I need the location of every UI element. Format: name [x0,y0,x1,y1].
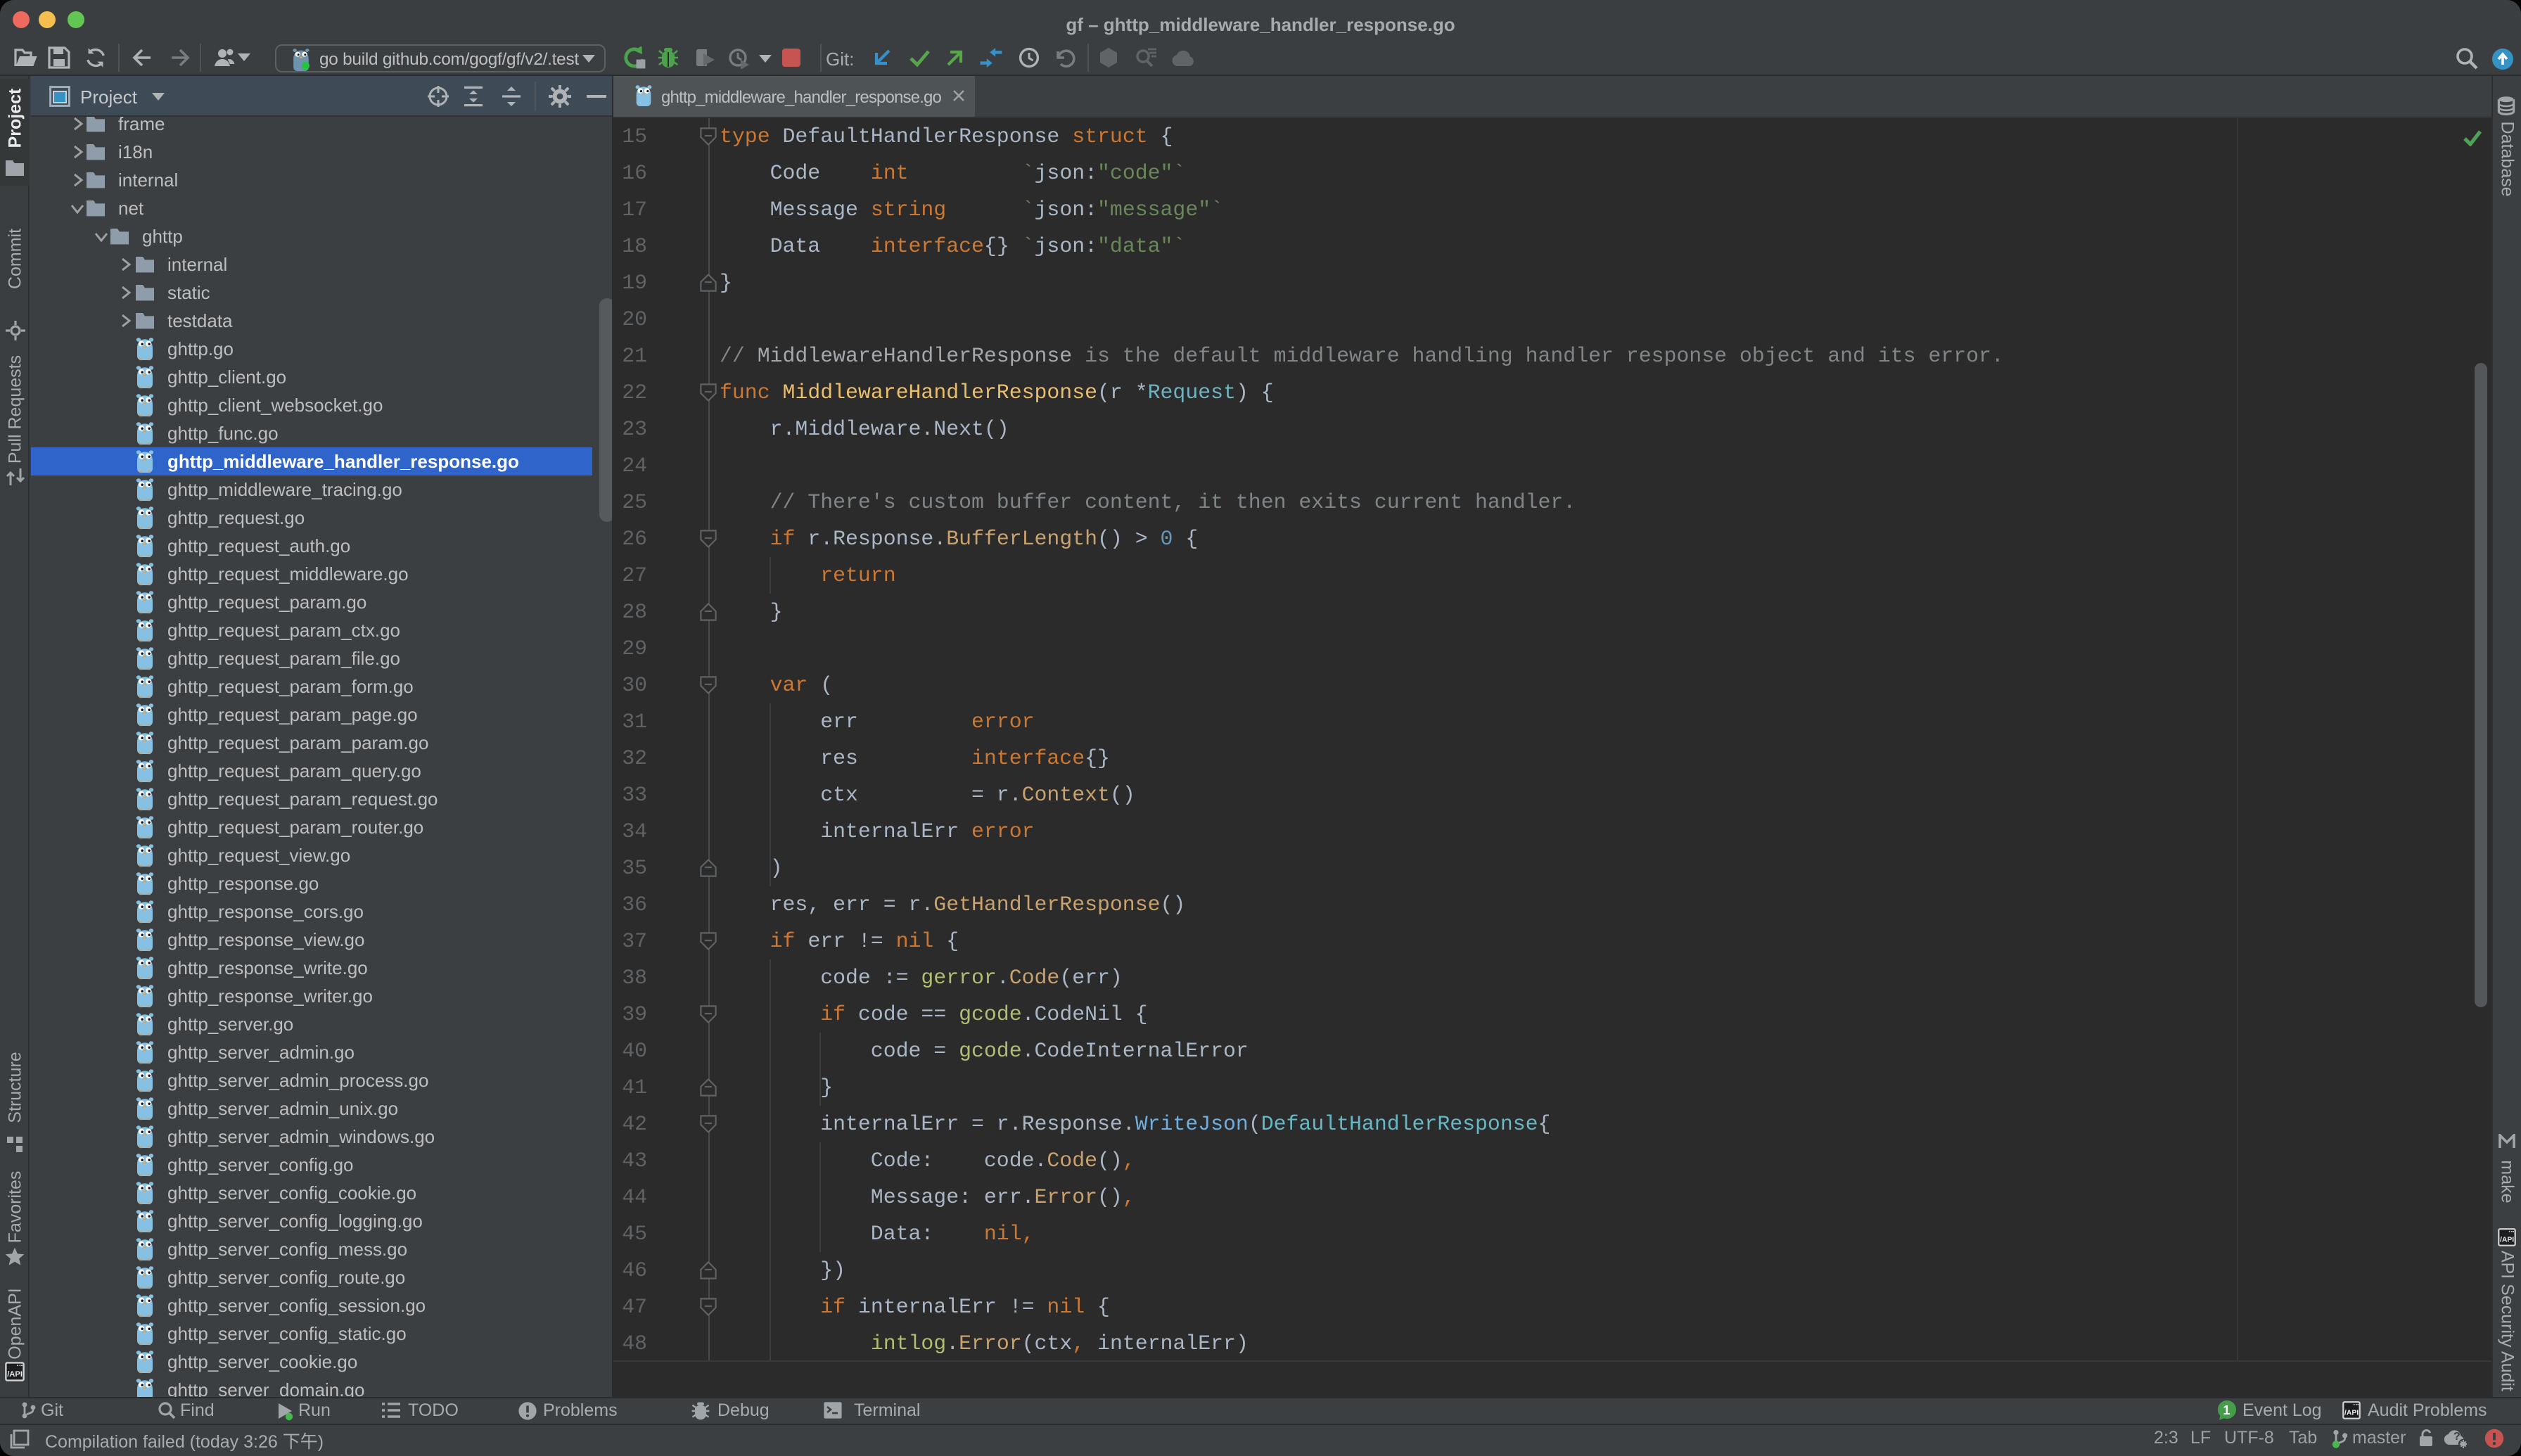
svg-text:?: ? [2453,1431,2461,1443]
svg-text:/API: /API [7,1370,23,1379]
svg-text:/API: /API [2500,1237,2514,1244]
svg-text:1: 1 [2223,1403,2230,1417]
svg-text:/API: /API [2344,1410,2359,1417]
